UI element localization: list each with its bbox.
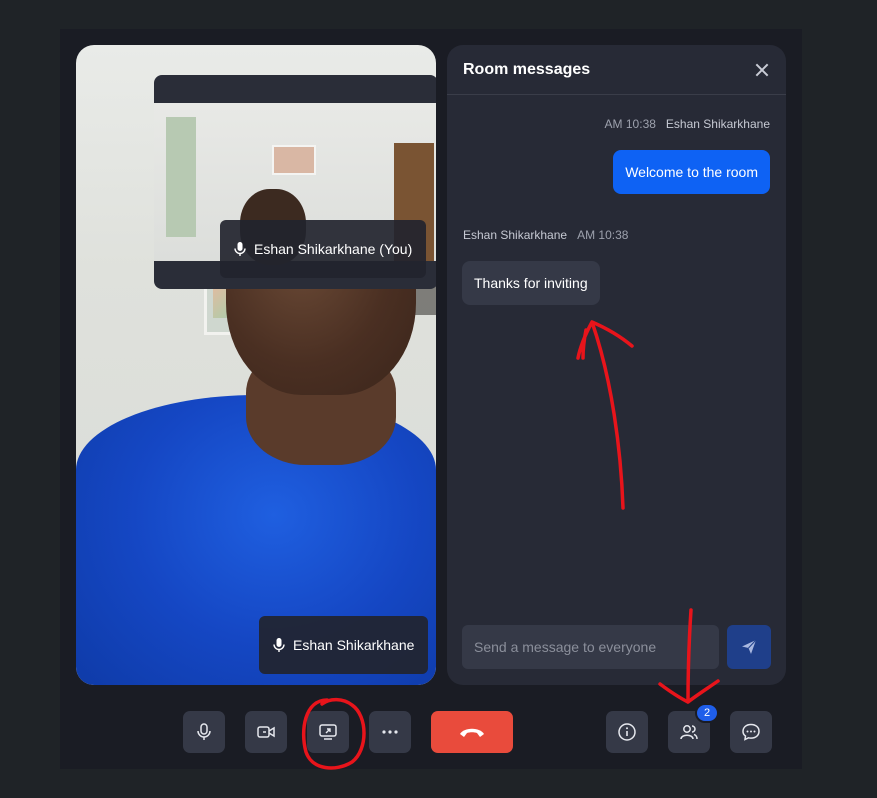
chat-title: Room messages: [463, 60, 591, 78]
camera-icon: [257, 726, 275, 738]
mic-icon: [197, 723, 211, 740]
self-name-label: Eshan Shikarkhane (You): [254, 241, 413, 257]
meeting-app: Eshan Shikarkhane (You) Eshan Shikarkhan…: [60, 29, 802, 769]
info-button[interactable]: [606, 711, 648, 753]
participants-icon: [680, 725, 698, 740]
message-composer: [462, 625, 771, 669]
chat-button[interactable]: [730, 711, 772, 753]
info-icon: [618, 723, 636, 741]
mic-button[interactable]: [183, 711, 225, 753]
main-name-tag: Eshan Shikarkhane: [259, 616, 429, 674]
self-picture-frame: [272, 145, 316, 175]
participants-button[interactable]: 2: [668, 703, 719, 753]
chat-icon: [742, 723, 760, 741]
close-icon[interactable]: [754, 62, 770, 78]
message-meta: Eshan Shikarkhane AM 10:38: [463, 228, 628, 242]
screen-share-button[interactable]: [307, 711, 349, 753]
message-time: AM 10:38: [577, 228, 629, 242]
chat-header: Room messages: [447, 45, 786, 95]
message-bubble-outgoing: Welcome to the room: [613, 150, 770, 194]
send-icon: [742, 639, 757, 654]
message-input[interactable]: [462, 625, 719, 669]
message-bubble-incoming: Thanks for inviting: [462, 261, 600, 305]
more-icon: [382, 730, 398, 734]
message-meta: AM 10:38 Eshan Shikarkhane: [605, 117, 770, 131]
self-video-tile[interactable]: Eshan Shikarkhane (You): [154, 75, 436, 289]
main-video-tile[interactable]: Eshan Shikarkhane (You) Eshan Shikarkhan…: [76, 45, 436, 685]
chat-panel: Room messages AM 10:38 Eshan Shikarkhane…: [447, 45, 786, 685]
hang-up-icon: [460, 728, 484, 737]
message-sender: Eshan Shikarkhane: [665, 117, 770, 131]
send-button[interactable]: [727, 625, 771, 669]
participants-count-badge: 2: [695, 703, 719, 723]
message-time: AM 10:38: [604, 117, 656, 131]
hang-up-button[interactable]: [431, 711, 513, 753]
mic-icon: [273, 638, 285, 652]
self-window: [166, 117, 196, 237]
mic-icon: [234, 242, 246, 256]
more-button[interactable]: [369, 711, 411, 753]
message-sender: Eshan Shikarkhane: [463, 228, 568, 242]
self-name-tag: Eshan Shikarkhane (You): [220, 220, 427, 278]
screen-share-icon: [319, 724, 337, 740]
camera-button[interactable]: [245, 711, 287, 753]
main-name-label: Eshan Shikarkhane: [293, 637, 415, 653]
call-toolbar: 2: [60, 703, 802, 755]
